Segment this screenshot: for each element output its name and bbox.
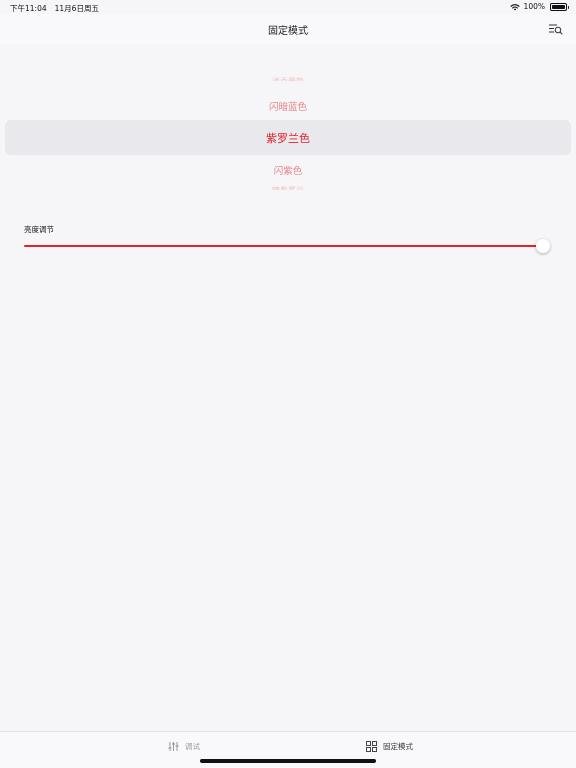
picker-item-selected[interactable]: 紫罗兰色 [0, 130, 576, 146]
page-title: 固定模式 [268, 26, 308, 37]
tab-debug[interactable]: 调试 [168, 741, 200, 752]
battery-icon [550, 2, 569, 11]
brightness-label: 亮度调节 [24, 225, 54, 234]
tab-debug-label: 调试 [185, 742, 200, 751]
status-right: 100% [509, 2, 569, 11]
list-search-button[interactable] [548, 21, 564, 35]
wifi-icon [509, 3, 520, 11]
list-search-icon [549, 24, 563, 35]
battery-percent: 100% [523, 2, 545, 11]
picker-item[interactable]: 闪暗蓝色 [0, 99, 576, 113]
tab-fixed-mode-label: 固定模式 [383, 742, 413, 751]
tab-fixed-mode[interactable]: 固定模式 [366, 741, 413, 752]
slider-thumb[interactable] [536, 239, 550, 253]
screen: 下午11:04 11月6日周五 100% 固定模式 深天蓝色 闪暗蓝色 紫罗兰色… [0, 0, 576, 768]
slider-track[interactable] [24, 245, 544, 247]
picker-item[interactable]: 深天蓝色 [0, 77, 576, 82]
brightness-slider[interactable] [24, 238, 554, 254]
status-bar: 下午11:04 11月6日周五 100% [0, 0, 576, 14]
picker-item[interactable]: 暗紫罗兰 [0, 186, 576, 191]
status-date: 11月6日周五 [54, 4, 99, 13]
status-left: 下午11:04 11月6日周五 [10, 3, 99, 14]
sliders-icon [168, 742, 179, 751]
picker-item[interactable]: 闪紫色 [0, 163, 576, 177]
nav-bar: 固定模式 [0, 14, 576, 44]
home-indicator[interactable] [200, 759, 376, 763]
status-time: 下午11:04 [10, 4, 47, 13]
grid-icon [366, 741, 377, 752]
color-picker[interactable]: 深天蓝色 闪暗蓝色 紫罗兰色 闪紫色 暗紫罗兰 [0, 70, 576, 205]
